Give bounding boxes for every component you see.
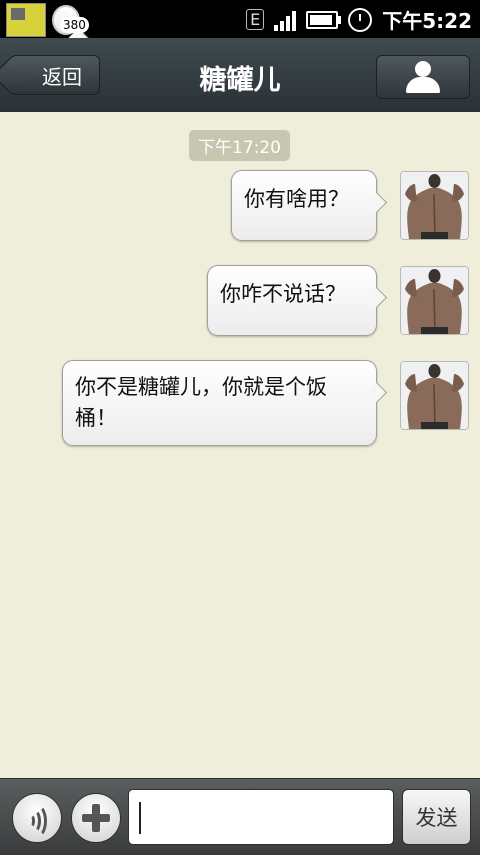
app-notification-icon [6,3,46,37]
notification-count: 380 [60,17,89,33]
user-avatar[interactable] [400,266,469,335]
chat-messages-area[interactable]: 下午17:20 你有啥用？ 你咋不说话？ 你不是糖罐儿，你就是个饭桶！ [0,112,480,778]
voice-input-button[interactable] [12,793,62,843]
message-text: 你咋不说话？ [220,282,346,306]
voice-wave-icon [27,804,49,838]
message-text: 你不是糖罐儿，你就是个饭桶！ [75,375,327,430]
message-notification-icon: 380 [52,5,89,35]
alarm-icon [348,7,373,32]
chat-header: 返回 糖罐儿 [0,38,480,113]
contact-profile-button[interactable] [376,55,470,99]
message-input[interactable] [128,789,394,845]
status-bar: 380 E 下午5:22 [0,0,480,38]
plus-icon [82,804,110,832]
network-type-icon: E [246,9,265,30]
send-button[interactable]: 发送 [402,789,471,845]
attach-more-button[interactable] [71,793,121,843]
message-bubble[interactable]: 你咋不说话？ [207,265,377,336]
message-bubble[interactable]: 你有啥用？ [231,170,377,241]
message-input-bar: 发送 [0,778,480,855]
status-time: 下午5:22 [382,9,472,33]
user-avatar[interactable] [400,171,469,240]
user-avatar[interactable] [400,361,469,430]
message-bubble[interactable]: 你不是糖罐儿，你就是个饭桶！ [62,360,377,446]
text-cursor [139,802,141,834]
person-icon [406,61,440,93]
message-text: 你有啥用？ [244,187,349,211]
signal-icon [274,9,297,31]
message-timestamp: 下午17:20 [189,130,290,161]
notification-icons: 380 [6,3,89,37]
battery-icon [306,10,342,29]
